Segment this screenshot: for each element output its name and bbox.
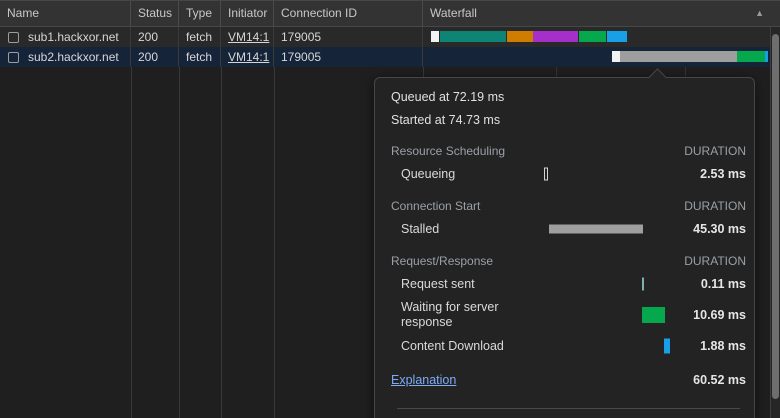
started-at-text: Started at 74.73 ms (391, 113, 754, 128)
row-checkbox[interactable] (8, 52, 19, 63)
timing-value: 0.11 ms (679, 277, 754, 291)
timing-row-queueing: Queueing 2.53 ms (391, 165, 754, 183)
network-panel: Name Status Type Initiator Connection ID… (0, 0, 780, 418)
timing-label: Waiting for server response (391, 300, 539, 330)
type-cell: fetch (179, 27, 221, 47)
row-checkbox[interactable] (8, 32, 19, 43)
stalled-bar (549, 225, 643, 234)
timing-row-waiting: Waiting for server response 10.69 ms (391, 300, 754, 330)
column-header-initiator[interactable]: Initiator (221, 1, 274, 26)
request-name: sub2.hackxor.net (28, 47, 119, 67)
name-cell: sub2.hackxor.net (0, 47, 131, 67)
table-row[interactable]: sub1.hackxor.net 200 fetch VM14:1 179005 (0, 27, 780, 47)
timing-label: Request sent (391, 277, 539, 292)
initiator-link[interactable]: VM14:1 (228, 50, 269, 64)
waiting-segment (579, 31, 606, 42)
waterfall-bar (423, 47, 780, 67)
waiting-segment (737, 51, 765, 62)
total-duration: 60.52 ms (456, 373, 754, 387)
timing-value: 10.69 ms (679, 308, 754, 322)
ssl-segment (533, 31, 578, 42)
queueing-bar (544, 168, 548, 181)
column-header-type[interactable]: Type (179, 1, 221, 26)
column-separator (274, 27, 275, 418)
column-header-name[interactable]: Name (0, 1, 131, 26)
vertical-scrollbar[interactable] (770, 27, 780, 418)
waterfall-cell[interactable] (423, 47, 780, 67)
stalled-segment (620, 51, 737, 62)
timing-value: 45.30 ms (679, 222, 754, 236)
dns-segment (440, 31, 506, 42)
download-segment (607, 31, 627, 42)
connect-segment (507, 31, 533, 42)
connection-id-cell: 179005 (274, 47, 423, 67)
request-sent-bar (642, 278, 644, 291)
type-cell: fetch (179, 47, 221, 67)
column-header-waterfall[interactable]: Waterfall ▲ (423, 1, 780, 26)
column-separator (179, 27, 180, 418)
timing-label: Content Download (391, 339, 539, 354)
duration-label: DURATION (684, 199, 746, 213)
queueing-segment (431, 31, 439, 42)
column-separator (131, 27, 132, 418)
queued-at-text: Queued at 72.19 ms (391, 90, 754, 105)
tooltip-footer: Explanation 60.52 ms (391, 373, 754, 387)
queueing-segment (612, 51, 620, 62)
section-resource-scheduling: Resource Scheduling DURATION (391, 144, 754, 158)
section-title: Connection Start (391, 199, 480, 213)
section-connection-start: Connection Start DURATION (391, 199, 754, 213)
duration-label: DURATION (684, 144, 746, 158)
tooltip-arrow-icon (648, 68, 666, 86)
request-name: sub1.hackxor.net (28, 27, 119, 47)
timing-label: Stalled (391, 222, 539, 237)
name-cell: sub1.hackxor.net (0, 27, 131, 47)
initiator-cell: VM14:1 (221, 47, 274, 67)
scrollbar-thumb[interactable] (772, 34, 779, 399)
column-header-connection-id[interactable]: Connection ID (274, 1, 423, 26)
column-separator (221, 27, 222, 418)
timing-row-stalled: Stalled 45.30 ms (391, 220, 754, 238)
timing-row-request-sent: Request sent 0.11 ms (391, 275, 754, 293)
sort-ascending-icon: ▲ (755, 1, 764, 26)
timing-value: 2.53 ms (679, 167, 754, 181)
table-row-selected[interactable]: sub2.hackxor.net 200 fetch VM14:1 179005 (0, 47, 780, 67)
status-cell: 200 (131, 27, 179, 47)
timing-tooltip: Queued at 72.19 ms Started at 74.73 ms R… (374, 77, 755, 418)
waterfall-cell[interactable] (423, 27, 780, 47)
status-cell: 200 (131, 47, 179, 67)
connection-id-cell: 179005 (274, 27, 423, 47)
timing-row-content-download: Content Download 1.88 ms (391, 337, 754, 355)
tooltip-divider (397, 408, 740, 409)
section-title: Resource Scheduling (391, 144, 505, 158)
initiator-cell: VM14:1 (221, 27, 274, 47)
section-request-response: Request/Response DURATION (391, 254, 754, 268)
column-header-status[interactable]: Status (131, 1, 179, 26)
waterfall-bar (423, 27, 780, 47)
download-segment (765, 51, 768, 62)
table-header: Name Status Type Initiator Connection ID… (0, 1, 780, 27)
content-download-bar (664, 339, 670, 354)
waterfall-header-label: Waterfall (430, 6, 477, 20)
duration-label: DURATION (684, 254, 746, 268)
section-title: Request/Response (391, 254, 493, 268)
explanation-link[interactable]: Explanation (391, 373, 456, 387)
timing-value: 1.88 ms (679, 339, 754, 353)
timing-label: Queueing (391, 167, 539, 182)
initiator-link[interactable]: VM14:1 (228, 30, 269, 44)
waiting-bar (642, 307, 665, 323)
